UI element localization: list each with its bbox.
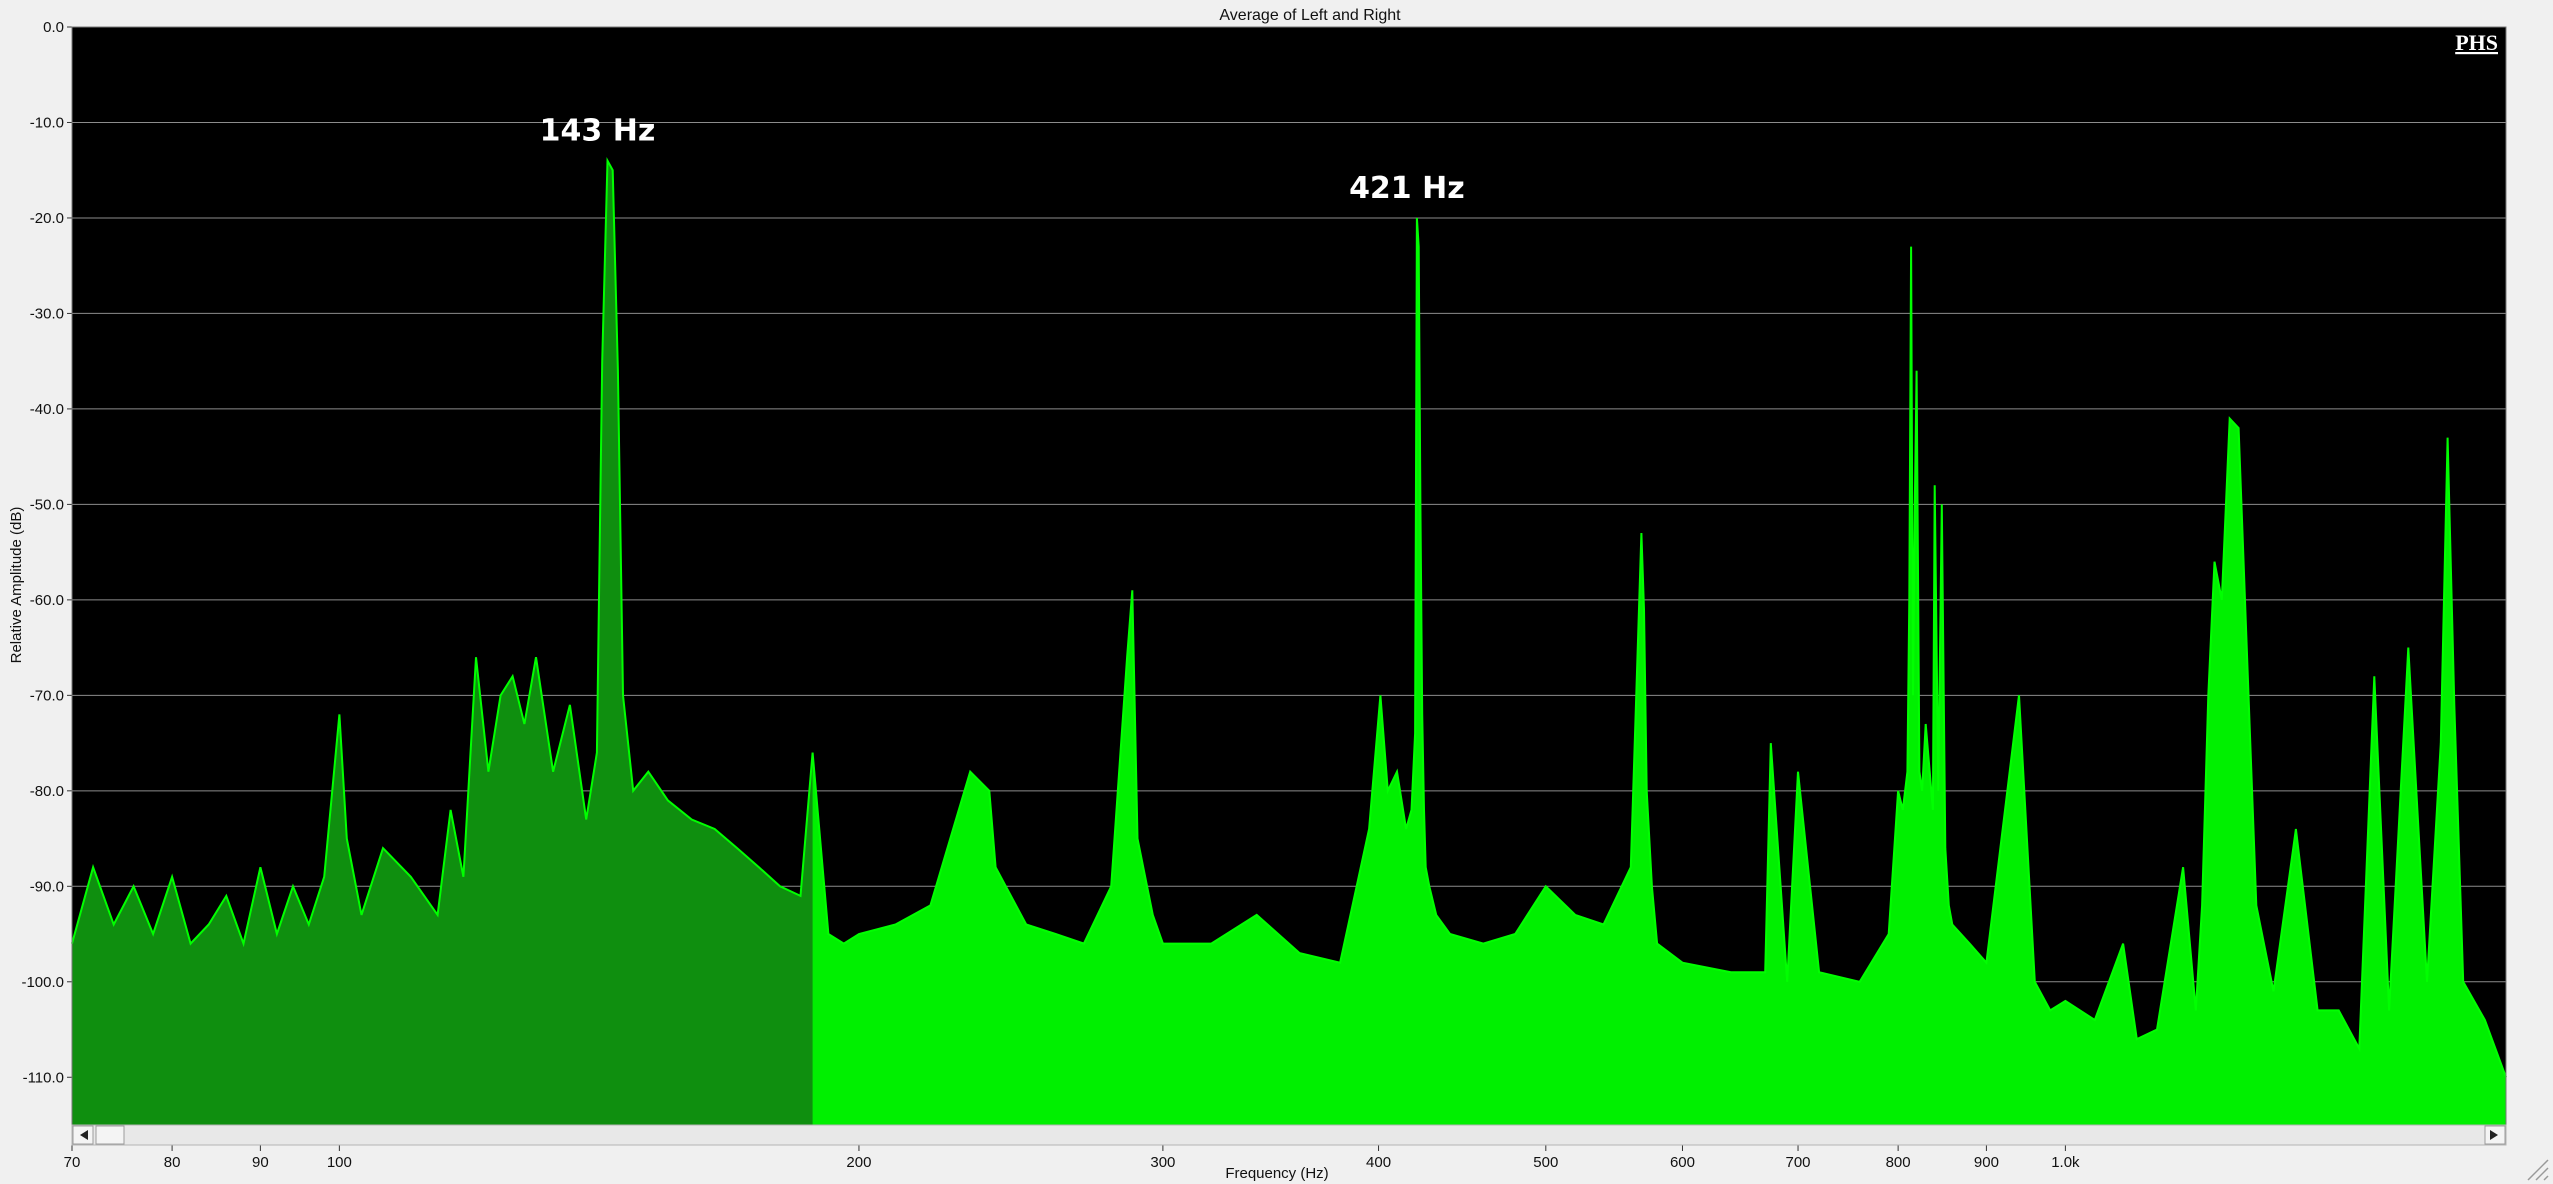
x-tick-label: 800 xyxy=(1886,1154,1911,1171)
y-tick-label: -90.0 xyxy=(30,878,64,895)
resize-grip-icon[interactable] xyxy=(2527,1159,2549,1181)
y-tick-label: -70.0 xyxy=(30,687,64,704)
y-tick-label: -10.0 xyxy=(30,114,64,131)
x-tick-label: 1.0k xyxy=(2051,1154,2080,1171)
y-tick-label: -30.0 xyxy=(30,305,64,322)
peak-annotation-label: 143 Hz xyxy=(540,114,656,149)
y-axis-label: Relative Amplitude (dB) xyxy=(8,507,25,664)
scrollbar-track[interactable] xyxy=(71,1124,2507,1146)
x-tick-label: 100 xyxy=(327,1154,352,1171)
x-tick-label: 600 xyxy=(1670,1154,1695,1171)
y-tick-label: -40.0 xyxy=(30,401,64,418)
x-tick-label: 500 xyxy=(1533,1154,1558,1171)
x-tick-label: 300 xyxy=(1150,1154,1175,1171)
y-tick-label: 0.0 xyxy=(43,19,64,36)
y-tick-label: -20.0 xyxy=(30,210,64,227)
x-tick-label: 400 xyxy=(1366,1154,1391,1171)
x-axis-label: Frequency (Hz) xyxy=(1225,1165,1328,1182)
frequency-spectrum-chart: Average of Left and Right 143 Hz 421 Hz P… xyxy=(8,7,2549,1182)
y-tick-label: -50.0 xyxy=(30,496,64,513)
spectrum-analyzer-window: Average of Left and Right 143 Hz 421 Hz P… xyxy=(0,0,2553,1184)
y-tick-label: -60.0 xyxy=(30,592,64,609)
peak-annotation-label: 421 Hz xyxy=(1349,171,1465,206)
y-tick-label: -100.0 xyxy=(21,974,64,991)
y-tick-label: -80.0 xyxy=(30,783,64,800)
x-tick-label: 90 xyxy=(252,1154,269,1171)
x-tick-label: 70 xyxy=(64,1154,81,1171)
scrollbar-thumb[interactable] xyxy=(95,1125,125,1145)
horizontal-scrollbar[interactable] xyxy=(71,1124,2507,1146)
x-tick-label: 80 xyxy=(164,1154,181,1171)
phs-watermark: PHS xyxy=(2455,30,2498,55)
chart-title: Average of Left and Right xyxy=(1219,7,1401,24)
x-tick-label: 900 xyxy=(1974,1154,1999,1171)
x-tick-label: 700 xyxy=(1786,1154,1811,1171)
x-tick-label: 200 xyxy=(846,1154,871,1171)
y-tick-label: -110.0 xyxy=(23,1069,64,1086)
